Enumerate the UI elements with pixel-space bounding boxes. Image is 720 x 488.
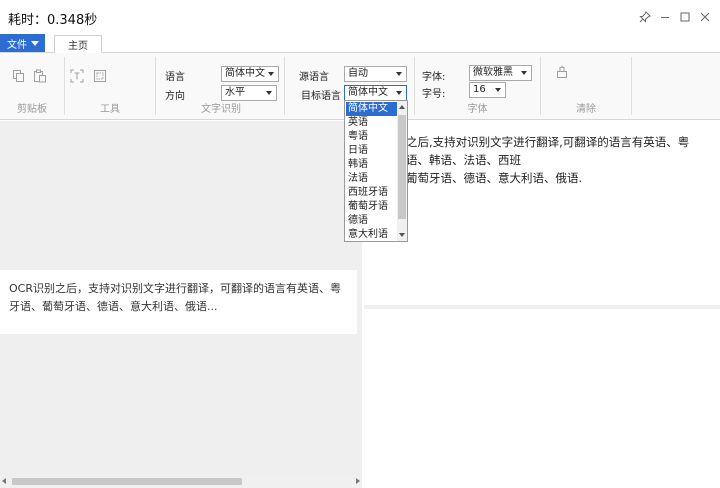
scrollbar-thumb[interactable]	[12, 478, 242, 485]
font-group-label: 字体	[467, 104, 488, 115]
source-language-value: 自动	[348, 68, 368, 79]
language-select-value: 简体中文	[225, 68, 265, 79]
scan-frame-icon[interactable]	[70, 69, 84, 83]
paste-icon[interactable]	[33, 69, 47, 83]
clipboard-group-label: 剪贴板	[17, 104, 47, 115]
output-pane[interactable]	[364, 309, 720, 488]
chevron-down-icon	[31, 41, 39, 46]
chevron-down-icon	[495, 88, 501, 92]
clipboard-group: 剪贴板	[0, 53, 64, 119]
dropdown-option[interactable]: 韩语	[346, 158, 398, 172]
close-icon[interactable]	[696, 8, 714, 26]
horizontal-scrollbar[interactable]	[0, 475, 362, 488]
minimize-icon[interactable]	[656, 8, 674, 26]
chevron-down-icon	[396, 72, 402, 76]
scroll-right-icon[interactable]	[356, 478, 360, 484]
tools-group: 工具	[65, 53, 155, 119]
screenshot-icon[interactable]	[93, 69, 107, 83]
font-size-label: 字号:	[422, 89, 446, 100]
source-text-box[interactable]: OCR识别之后，支持对识别文字进行翻译，可翻译的语言有英语、粤 牙语、葡萄牙语、…	[0, 270, 357, 334]
target-language-value: 简体中文	[348, 87, 388, 98]
font-family-select[interactable]: 微软雅黑	[469, 65, 532, 81]
translated-text-line: 之后,支持对识别文字进行翻译,可翻译的语言有英语、粤	[406, 135, 690, 149]
maximize-icon[interactable]	[676, 8, 694, 26]
ocr-group-label: 文字识别	[201, 104, 241, 115]
direction-select[interactable]: 水平	[221, 85, 277, 101]
font-family-label: 字体:	[422, 72, 446, 83]
scrollbar-thumb[interactable]	[398, 115, 406, 219]
dropdown-option[interactable]: 简体中文	[346, 102, 398, 116]
translation-pane[interactable]: 之后,支持对识别文字进行翻译,可翻译的语言有英语、粤 语、韩语、法语、西班 葡萄…	[364, 121, 720, 305]
language-select[interactable]: 简体中文	[221, 66, 279, 82]
font-family-value: 微软雅黑	[473, 67, 513, 78]
dropdown-option[interactable]: 英语	[346, 116, 398, 130]
copy-icon[interactable]	[12, 69, 26, 83]
target-language-select[interactable]: 简体中文	[344, 85, 407, 101]
dropdown-option[interactable]: 日语	[346, 144, 398, 158]
dropdown-option[interactable]: 葡萄牙语	[346, 200, 398, 214]
scroll-down-icon[interactable]	[399, 233, 405, 237]
source-text-line: OCR识别之后，支持对识别文字进行翻译，可翻译的语言有英语、粤	[9, 282, 341, 295]
source-language-label: 源语言	[299, 72, 329, 83]
chevron-down-icon	[268, 72, 274, 76]
file-menu-label: 文件	[7, 39, 27, 51]
ribbon-tab-row: 文件 主页	[0, 34, 720, 53]
translated-text-line: 语、韩语、法语、西班	[406, 153, 521, 167]
source-language-select[interactable]: 自动	[344, 66, 407, 82]
source-pane: OCR识别之后，支持对识别文字进行翻译，可翻译的语言有英语、粤 牙语、葡萄牙语、…	[0, 121, 362, 488]
direction-select-value: 水平	[225, 87, 245, 98]
font-size-value: 16	[473, 84, 486, 95]
language-label: 语言	[165, 72, 185, 83]
chevron-down-icon	[266, 91, 272, 95]
clear-icon[interactable]	[555, 65, 569, 79]
dropdown-option[interactable]: 西班牙语	[346, 186, 398, 200]
chevron-down-icon	[521, 71, 527, 75]
source-text-line: 牙语、葡萄牙语、德语、意大利语、俄语...	[9, 300, 218, 313]
clear-group-label: 清除	[576, 104, 596, 115]
translated-text: 之后,支持对识别文字进行翻译,可翻译的语言有英语、粤 语、韩语、法语、西班 葡萄…	[371, 133, 716, 187]
dropdown-option[interactable]: 德语	[346, 214, 398, 228]
title-bar: 耗时：0.348秒	[0, 0, 720, 34]
target-language-label: 目标语言	[301, 91, 341, 102]
group-divider	[631, 57, 632, 115]
dropdown-option[interactable]: 粤语	[346, 130, 398, 144]
target-language-dropdown[interactable]: 简体中文 英语 粤语 日语 韩语 法语 西班牙语 葡萄牙语 德语 意大利语	[344, 100, 408, 242]
font-size-select[interactable]: 16	[469, 82, 506, 98]
pin-icon[interactable]	[636, 8, 654, 26]
tab-home[interactable]: 主页	[54, 35, 102, 53]
window-title: 耗时：0.348秒	[8, 13, 98, 28]
translated-text-line: 葡萄牙语、德语、意大利语、俄语.	[406, 171, 583, 185]
file-menu-button[interactable]: 文件	[0, 34, 45, 52]
dropdown-scrollbar[interactable]	[397, 101, 407, 241]
font-group: 字体: 微软雅黑 字号: 16 字体	[415, 53, 540, 119]
scroll-up-icon[interactable]	[399, 105, 405, 109]
chevron-down-icon	[396, 91, 402, 95]
tools-group-label: 工具	[100, 104, 120, 115]
dropdown-option[interactable]: 意大利语	[346, 228, 398, 241]
clear-group: 清除	[541, 53, 631, 119]
scroll-left-icon[interactable]	[2, 478, 6, 484]
dropdown-option[interactable]: 法语	[346, 172, 398, 186]
